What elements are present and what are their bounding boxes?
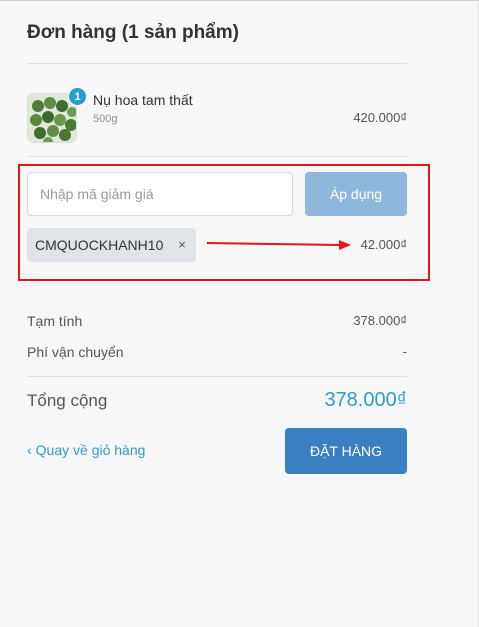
- remove-coupon-icon[interactable]: ×: [175, 228, 189, 262]
- shipping-label: Phí vận chuyển: [27, 344, 124, 360]
- order-title: Đơn hàng (1 sản phẩm): [27, 22, 239, 43]
- discount-amount: 42.000₫: [360, 237, 407, 252]
- discount-code-input[interactable]: [27, 172, 293, 216]
- product-variant: 500g: [93, 113, 118, 125]
- subtotal-label: Tạm tính: [27, 313, 83, 329]
- annotation-arrow-icon: [206, 240, 351, 250]
- quantity-badge: 1: [68, 87, 87, 106]
- divider: [27, 376, 407, 377]
- place-order-button[interactable]: ĐẶT HÀNG: [285, 428, 407, 474]
- apply-discount-button[interactable]: Áp dụng: [305, 172, 407, 216]
- applied-coupon-tag: CMQUOCKHANH10: [27, 228, 196, 262]
- product-price: 420.000₫: [353, 110, 407, 125]
- subtotal-value: 378.000₫: [353, 313, 407, 328]
- back-to-cart-link[interactable]: ‹ Quay về giỏ hàng: [27, 442, 145, 458]
- divider: [27, 63, 407, 64]
- divider: [27, 156, 407, 157]
- back-to-cart-label: Quay về giỏ hàng: [35, 442, 146, 458]
- chevron-left-icon: ‹: [27, 442, 32, 458]
- product-name: Nụ hoa tam thất: [93, 92, 193, 108]
- total-value: 378.000₫: [324, 389, 407, 411]
- shipping-value: -: [402, 344, 407, 359]
- total-label: Tổng cộng: [27, 391, 108, 410]
